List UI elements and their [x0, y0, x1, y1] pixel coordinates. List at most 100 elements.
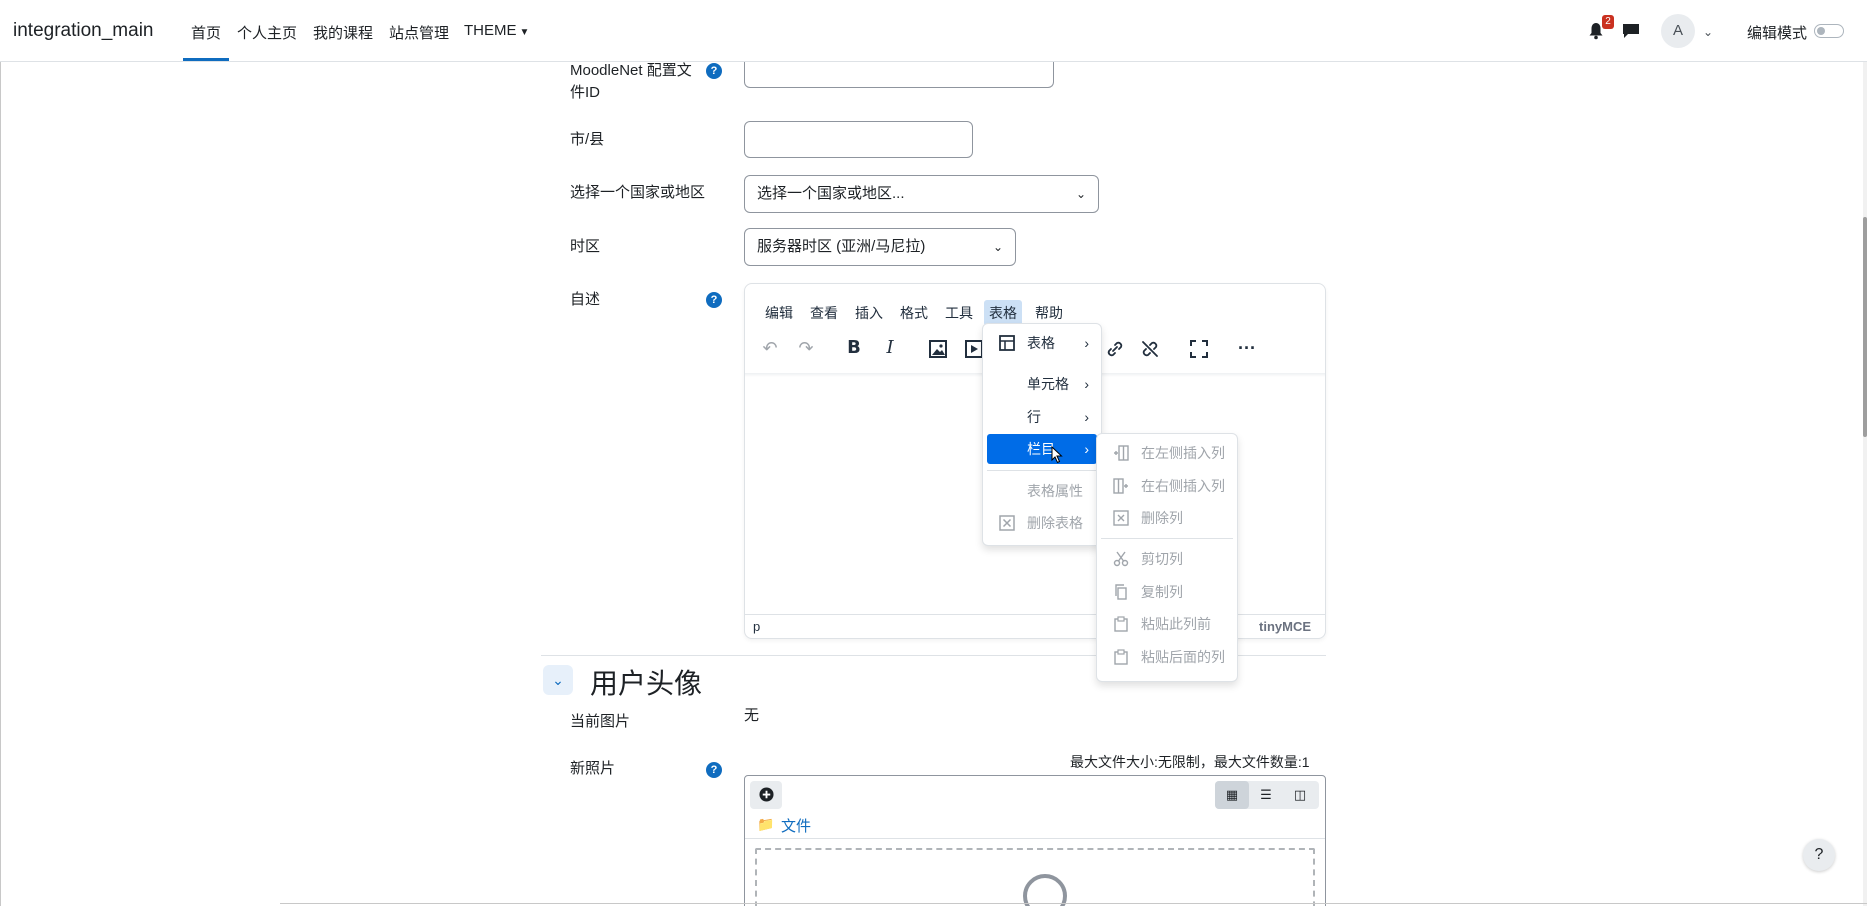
unlink-icon[interactable]	[1141, 340, 1159, 358]
table-menu-item-delete-table[interactable]: 删除表格	[987, 508, 1097, 538]
tree-view-icon[interactable]: ◫	[1283, 781, 1317, 809]
city-label: 市/县	[570, 131, 605, 148]
scrollbar-thumb[interactable]	[1863, 217, 1867, 437]
help-icon[interactable]: ?	[706, 63, 722, 79]
undo-icon[interactable]: ↶	[758, 336, 782, 360]
column-menu-delete[interactable]: 删除列	[1101, 503, 1233, 533]
timezone-label: 时区	[570, 238, 601, 255]
timezone-select[interactable]: 服务器时区 (亚洲/马尼拉) ⌄	[744, 228, 1016, 266]
column-menu-paste-before[interactable]: 粘贴此列前	[1101, 609, 1233, 639]
nav-theme-label: THEME	[464, 22, 517, 39]
country-select-value: 选择一个国家或地区...	[757, 185, 905, 202]
file-picker-divider	[745, 838, 1325, 839]
table-menu-item-row[interactable]: 行 ›	[987, 402, 1097, 432]
chevron-down-icon: ⌄	[992, 240, 1003, 254]
redo-icon[interactable]: ↷	[794, 336, 818, 360]
column-menu-insert-left[interactable]: 在左侧插入列	[1101, 438, 1233, 468]
country-select[interactable]: 选择一个国家或地区... ⌄	[744, 175, 1099, 213]
country-label: 选择一个国家或地区	[570, 184, 706, 201]
folder-path-link[interactable]: 文件	[781, 815, 811, 836]
nav-home[interactable]: 首页	[191, 22, 221, 43]
fullscreen-icon[interactable]	[1190, 340, 1208, 358]
column-submenu: 在左侧插入列 在右侧插入列 删除列 剪切列 复制列 粘贴此列前 粘贴后面的列	[1096, 433, 1238, 682]
file-drop-zone[interactable]	[755, 848, 1315, 906]
description-label: 自述	[570, 291, 601, 308]
chevron-down-icon: ▼	[519, 27, 530, 38]
upload-icon	[1023, 874, 1067, 906]
table-menu: 表格 › 单元格 › 行 › 栏目 › 表格属性 删除表格	[982, 323, 1102, 546]
menu-divider	[1101, 538, 1233, 539]
moodlenet-label: MoodleNet 配置文 件ID	[570, 60, 692, 104]
menu-edit[interactable]: 编辑	[760, 300, 798, 326]
help-icon[interactable]: ?	[706, 762, 722, 778]
chevron-down-icon: ⌄	[1075, 187, 1086, 201]
grid-view-icon[interactable]: ▦	[1215, 781, 1249, 809]
column-menu-insert-right[interactable]: 在右侧插入列	[1101, 471, 1233, 501]
paste-icon	[1114, 649, 1128, 665]
view-switcher: ▦ ☰ ◫	[1215, 781, 1319, 809]
copy-icon	[1115, 584, 1127, 600]
menu-view[interactable]: 查看	[805, 300, 843, 326]
nav-theme[interactable]: THEME ▼	[464, 22, 529, 39]
edit-mode-label: 编辑模式	[1747, 25, 1808, 42]
table-icon	[999, 335, 1015, 351]
mouse-cursor-icon	[1051, 446, 1063, 464]
add-icon	[758, 787, 774, 802]
insert-column-left-icon	[1114, 445, 1129, 461]
help-icon[interactable]: ?	[706, 292, 722, 308]
new-picture-label: 新照片	[570, 760, 616, 777]
notification-badge: 2	[1602, 15, 1614, 29]
add-file-button[interactable]	[750, 781, 782, 809]
footer-divider	[280, 903, 1867, 904]
nav-site-admin[interactable]: 站点管理	[389, 22, 449, 43]
menu-insert[interactable]: 插入	[850, 300, 888, 326]
table-menu-item-table[interactable]: 表格 ›	[987, 328, 1097, 358]
more-icon[interactable]: ···	[1235, 336, 1259, 360]
menu-format[interactable]: 格式	[895, 300, 933, 326]
delete-column-icon	[1113, 510, 1129, 526]
section-title: 用户头像	[590, 668, 703, 699]
element-path[interactable]: p	[753, 619, 760, 634]
file-picker: ▦ ☰ ◫ 📁 文件	[744, 775, 1326, 906]
link-icon[interactable]	[1106, 340, 1124, 358]
list-view-icon[interactable]: ☰	[1249, 781, 1283, 809]
column-menu-copy[interactable]: 复制列	[1101, 577, 1233, 607]
image-icon[interactable]	[929, 340, 947, 358]
user-avatar[interactable]: A	[1661, 14, 1695, 48]
italic-icon[interactable]: I	[878, 336, 902, 360]
column-menu-paste-after[interactable]: 粘贴后面的列	[1101, 642, 1233, 672]
table-menu-item-properties[interactable]: 表格属性	[987, 476, 1097, 506]
editor-statusbar: p tinyMCE	[745, 614, 1325, 638]
city-input[interactable]	[744, 121, 973, 158]
active-nav-indicator	[183, 58, 229, 61]
page-edge	[0, 62, 1, 906]
folder-icon: 📁	[757, 816, 775, 832]
menu-divider	[987, 470, 1097, 471]
timezone-select-value: 服务器时区 (亚洲/马尼拉)	[757, 238, 926, 255]
chevron-right-icon: ›	[1084, 376, 1089, 392]
media-icon[interactable]	[965, 340, 983, 358]
bold-icon[interactable]: B	[842, 336, 866, 360]
menu-tools[interactable]: 工具	[940, 300, 978, 326]
table-menu-item-cell[interactable]: 单元格 ›	[987, 369, 1097, 399]
top-navbar: integration_main 首页 个人主页 我的课程 站点管理 THEME…	[0, 0, 1867, 62]
chevron-right-icon: ›	[1084, 335, 1089, 351]
nav-my-courses[interactable]: 我的课程	[313, 22, 373, 43]
paste-icon	[1114, 616, 1128, 632]
messages-icon[interactable]	[1622, 23, 1640, 39]
chevron-right-icon: ›	[1084, 409, 1089, 425]
table-menu-item-column[interactable]: 栏目 ›	[987, 434, 1097, 464]
tinymce-logo[interactable]: tinyMCE	[1259, 619, 1311, 634]
help-button[interactable]: ?	[1803, 839, 1835, 871]
chevron-down-icon[interactable]: ⌄	[1703, 25, 1713, 39]
edit-mode-toggle[interactable]	[1814, 24, 1844, 38]
page-scrollbar[interactable]	[1863, 62, 1867, 906]
column-menu-cut[interactable]: 剪切列	[1101, 544, 1233, 574]
cut-icon	[1113, 551, 1129, 567]
chevron-right-icon: ›	[1084, 441, 1089, 457]
insert-column-right-icon	[1113, 478, 1128, 494]
file-limits-text: 最大文件大小:无限制，最大文件数量:1	[1070, 754, 1310, 770]
site-brand[interactable]: integration_main	[13, 20, 153, 42]
nav-dashboard[interactable]: 个人主页	[237, 22, 297, 43]
collapse-section-icon[interactable]: ⌄	[543, 665, 573, 695]
